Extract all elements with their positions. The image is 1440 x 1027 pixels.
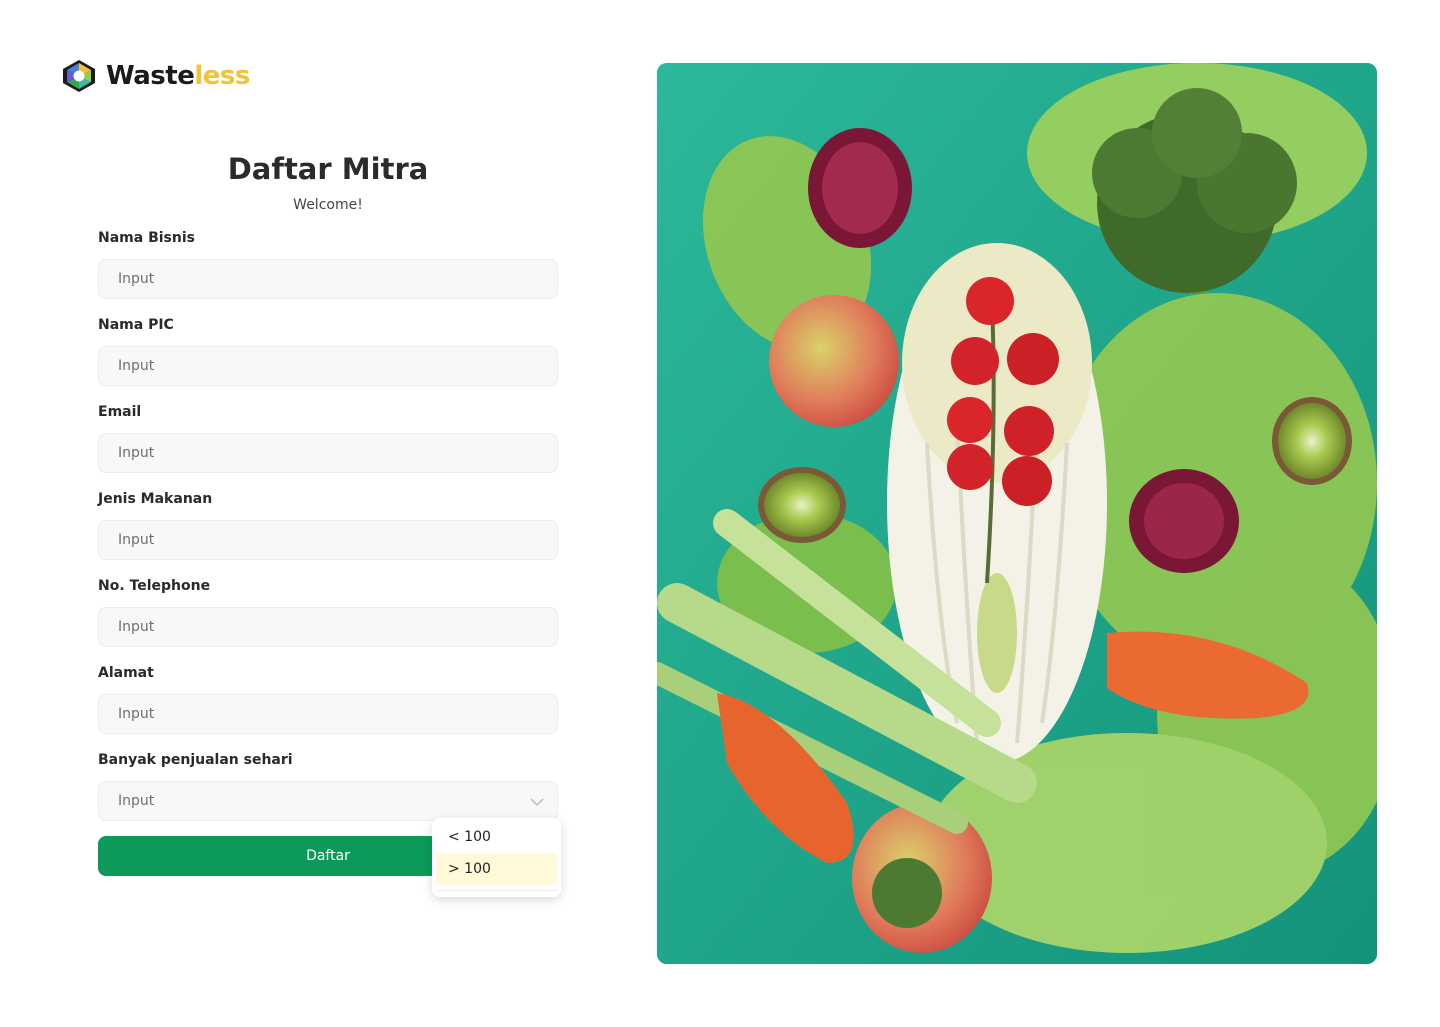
field-label: Alamat [98,665,154,681]
select-value: Input [118,793,155,809]
option-less-than-100[interactable]: < 100 [436,821,557,853]
nama-bisnis-input[interactable] [98,259,558,299]
alamat-input[interactable] [98,694,558,734]
field-label: Nama Bisnis [98,230,195,246]
field-alamat: Alamat [98,663,558,734]
vegetables-illustration [657,63,1377,964]
jenis-makanan-input[interactable] [98,520,558,560]
dropdown-divider [436,890,557,891]
no-telephone-input[interactable] [98,607,558,647]
wasteless-logo-icon [63,60,95,92]
brand-name-accent: less [194,61,250,91]
field-banyak-penjualan: Banyak penjualan sehari Input [98,750,558,821]
vegetables-photo [657,63,1377,964]
option-more-than-100[interactable]: > 100 [436,853,557,885]
field-label: Jenis Makanan [98,491,213,507]
sales-per-day-select[interactable]: Input [98,781,558,821]
brand-name: Wasteless [106,63,250,89]
field-label: Nama PIC [98,317,174,333]
field-label: Banyak penjualan sehari [98,752,293,768]
field-email: Email [98,402,558,473]
brand-name-dark: Waste [106,61,195,91]
page-subtitle: Welcome! [293,197,363,213]
field-jenis-makanan: Jenis Makanan [98,489,558,560]
sales-options-dropdown: < 100 > 100 [432,818,561,897]
brand-logo: Wasteless [60,58,250,94]
field-nama-pic: Nama PIC [98,315,558,386]
field-label: Email [98,404,142,420]
chevron-down-icon [530,798,544,806]
field-no-telephone: No. Telephone [98,576,558,647]
nama-pic-input[interactable] [98,346,558,386]
page-title: Daftar Mitra [227,152,429,186]
register-page: Wasteless Daftar Mitra Welcome! Nama Bis… [0,0,1440,1027]
field-label: No. Telephone [98,578,211,594]
email-input[interactable] [98,433,558,473]
field-nama-bisnis: Nama Bisnis [98,228,558,299]
register-form: Daftar Mitra Welcome! Nama Bisnis Nama P… [98,150,558,876]
